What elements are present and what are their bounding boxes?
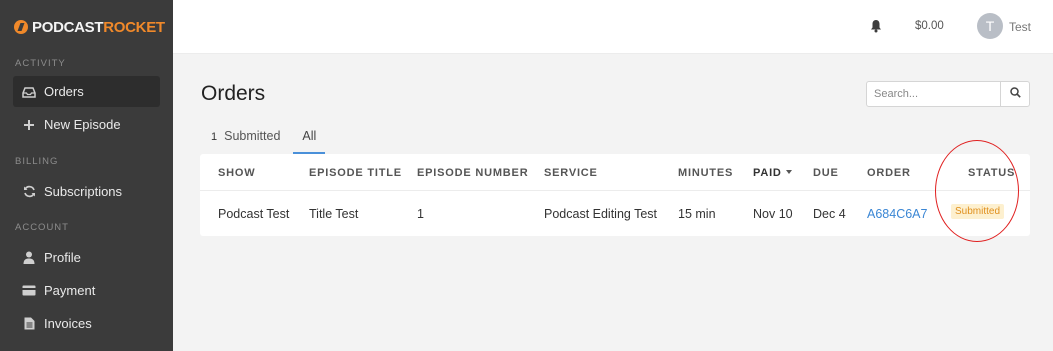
sidebar-item-orders[interactable]: Orders xyxy=(13,76,160,107)
order-tabs: 1 Submitted All xyxy=(200,124,327,154)
sidebar-item-label: Subscriptions xyxy=(44,184,123,199)
tab-label: Submitted xyxy=(224,129,281,143)
sort-descending-icon xyxy=(785,170,792,175)
search-input[interactable] xyxy=(867,82,1000,106)
search-icon xyxy=(1009,85,1021,103)
search-button[interactable] xyxy=(1000,82,1029,106)
search-box xyxy=(866,81,1030,107)
inbox-icon xyxy=(22,85,36,99)
column-header-episode-title[interactable]: EPISODE TITLE xyxy=(309,167,402,179)
tab-count: 1 xyxy=(211,131,218,143)
sidebar-item-invoices[interactable]: Invoices xyxy=(13,308,160,339)
status-badge: Submitted xyxy=(951,204,1005,219)
page-title: Orders xyxy=(201,82,266,105)
avatar[interactable]: T xyxy=(977,13,1003,39)
column-header-label: PAID xyxy=(753,167,782,179)
refresh-icon xyxy=(22,185,36,199)
column-header-service[interactable]: SERVICE xyxy=(544,167,598,179)
cell-show: Podcast Test xyxy=(218,207,290,221)
section-label-account: ACCOUNT xyxy=(15,222,69,233)
tab-all[interactable]: All xyxy=(291,124,327,154)
order-link[interactable]: A684C6A7 xyxy=(867,207,927,221)
section-label-billing: BILLING xyxy=(15,156,59,167)
sidebar-item-label: Profile xyxy=(44,250,81,265)
user-icon xyxy=(22,251,36,265)
tab-submitted[interactable]: 1 Submitted xyxy=(200,124,291,154)
column-header-paid[interactable]: PAID xyxy=(753,167,792,179)
sidebar-item-subscriptions[interactable]: Subscriptions xyxy=(13,176,160,207)
orders-table: SHOW EPISODE TITLE EPISODE NUMBER SERVIC… xyxy=(200,154,1030,236)
sidebar-item-profile[interactable]: Profile xyxy=(13,242,160,273)
column-header-show[interactable]: SHOW xyxy=(218,167,255,179)
tab-label: All xyxy=(302,129,317,143)
document-icon xyxy=(22,317,36,331)
logo-text-rocket: ROCKET xyxy=(103,18,165,36)
column-header-order[interactable]: ORDER xyxy=(867,167,911,179)
username[interactable]: Test xyxy=(1009,20,1031,34)
sidebar-item-label: Payment xyxy=(44,283,96,298)
sidebar-item-new-episode[interactable]: New Episode xyxy=(13,109,160,140)
rocket-logo-icon xyxy=(14,20,28,34)
plus-icon xyxy=(22,118,36,132)
cell-service: Podcast Editing Test xyxy=(544,207,658,221)
credit-card-icon xyxy=(22,284,36,298)
column-header-status[interactable]: STATUS xyxy=(968,167,1015,179)
cell-due: Dec 4 xyxy=(813,207,846,221)
account-balance[interactable]: $0.00 xyxy=(915,20,944,32)
sidebar: PODCAST ROCKET ACTIVITY Orders New Episod… xyxy=(0,0,173,351)
sidebar-item-label: New Episode xyxy=(44,117,121,132)
sidebar-item-label: Invoices xyxy=(44,316,92,331)
cell-episode-number: 1 xyxy=(417,207,424,221)
topbar: $0.00 T Test xyxy=(173,0,1053,54)
sidebar-item-payment[interactable]: Payment xyxy=(13,275,160,306)
bell-icon[interactable] xyxy=(870,19,882,33)
logo[interactable]: PODCAST ROCKET xyxy=(0,0,173,54)
table-header: SHOW EPISODE TITLE EPISODE NUMBER SERVIC… xyxy=(200,154,1030,191)
cell-paid: Nov 10 xyxy=(753,207,793,221)
cell-episode-title: Title Test xyxy=(309,207,359,221)
column-header-episode-number[interactable]: EPISODE NUMBER xyxy=(417,167,528,179)
column-header-minutes[interactable]: MINUTES xyxy=(678,167,733,179)
logo-text-podcast: PODCAST xyxy=(32,18,104,36)
column-header-due[interactable]: DUE xyxy=(813,167,839,179)
section-label-activity: ACTIVITY xyxy=(15,58,66,69)
cell-minutes: 15 min xyxy=(678,207,716,221)
sidebar-item-label: Orders xyxy=(44,84,84,99)
